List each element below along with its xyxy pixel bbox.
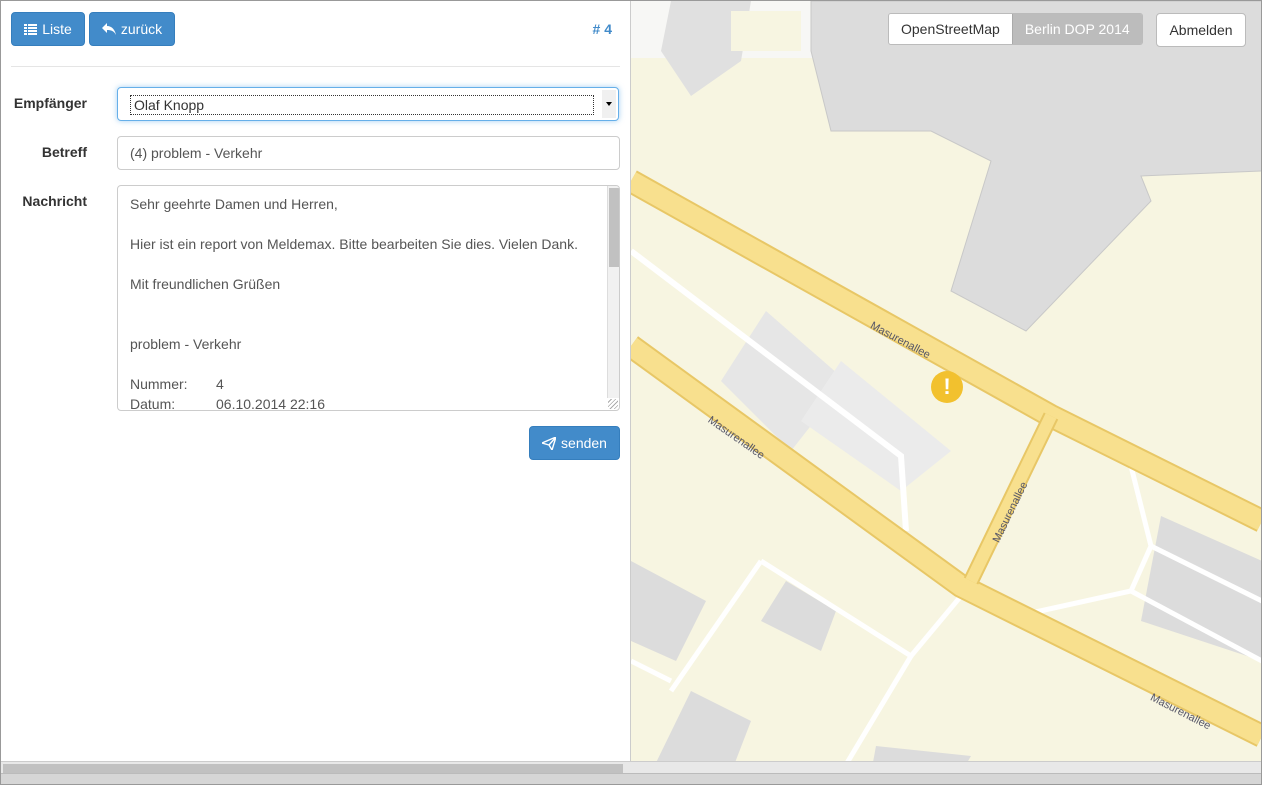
dropdown-arrow-icon[interactable] [602, 90, 616, 118]
message-scrollbar[interactable] [607, 186, 619, 398]
message-body: Hier ist ein report von Meldemax. Bitte … [130, 236, 578, 252]
message-date-value: 06.10.2014 22:16 [216, 396, 325, 411]
layer-switcher: OpenStreetMap Berlin DOP 2014 [888, 13, 1143, 45]
send-button-label: senden [561, 435, 607, 451]
message-category: problem - Verkehr [130, 336, 242, 352]
recipient-select[interactable]: Olaf Knopp [117, 87, 619, 121]
message-number-value: 4 [216, 376, 224, 392]
message-date-label: Datum: [130, 396, 176, 411]
resize-grip-icon[interactable] [608, 399, 618, 409]
list-button[interactable]: Liste [11, 12, 85, 46]
recipient-value: Olaf Knopp [130, 95, 594, 115]
logout-button[interactable]: Abmelden [1156, 13, 1246, 47]
app-window: Liste zurück # 4 Empfänger Olaf Knopp Be… [0, 0, 1262, 785]
message-closing: Mit freundlichen Grüßen [130, 276, 281, 292]
list-button-label: Liste [42, 21, 72, 37]
send-icon [542, 436, 557, 450]
message-panel: Liste zurück # 4 Empfänger Olaf Knopp Be… [1, 1, 630, 761]
message-number-row: Nummer: 4 [130, 374, 604, 394]
recipient-label: Empfänger [13, 95, 87, 111]
ticket-number: # 4 [592, 21, 612, 37]
back-button-label: zurück [120, 21, 163, 37]
message-textarea[interactable]: Sehr geehrte Damen und Herren, Hier ist … [117, 185, 620, 411]
report-marker-icon[interactable]: ! [931, 371, 963, 403]
map-view[interactable]: Masurenallee Masurenallee Masurenallee M… [630, 1, 1261, 773]
send-button[interactable]: senden [529, 426, 620, 460]
reply-icon [101, 23, 116, 35]
horizontal-scrollbar[interactable] [1, 761, 1261, 784]
message-label: Nachricht [22, 193, 87, 209]
message-text: Sehr geehrte Damen und Herren, Hier ist … [130, 194, 604, 411]
back-button[interactable]: zurück [89, 12, 175, 46]
message-greeting: Sehr geehrte Damen und Herren, [130, 196, 338, 212]
list-icon [24, 23, 38, 35]
message-date-row: Datum: 06.10.2014 22:16 [130, 394, 604, 411]
message-number-label: Nummer: [130, 376, 188, 392]
subject-label: Betreff [41, 144, 87, 160]
layer-openstreetmap[interactable]: OpenStreetMap [889, 14, 1012, 44]
header-divider [11, 66, 620, 67]
subject-input[interactable]: (4) problem - Verkehr [117, 136, 620, 170]
scrollbar-track [1, 773, 1261, 784]
layer-berlin-dop[interactable]: Berlin DOP 2014 [1011, 14, 1142, 44]
